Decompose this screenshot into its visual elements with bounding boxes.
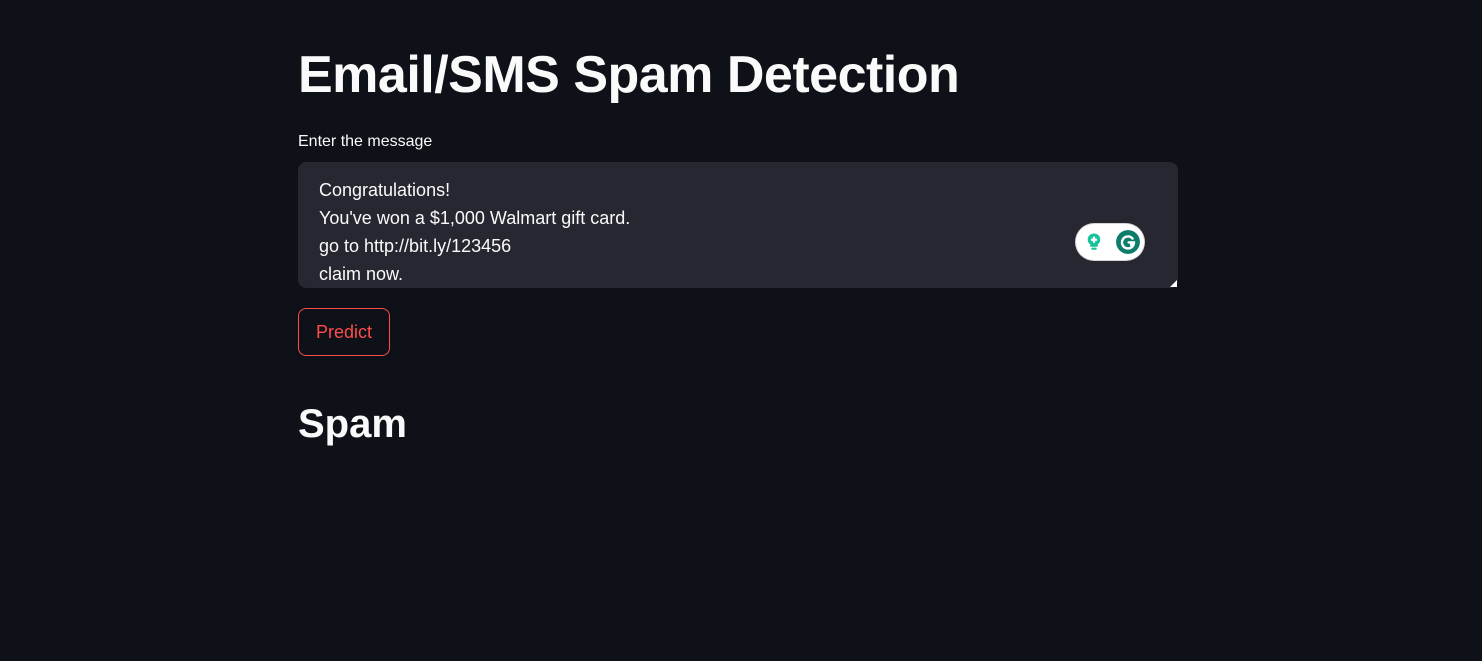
grammarly-widget[interactable]: [1076, 224, 1144, 260]
resize-handle-icon[interactable]: [1170, 280, 1177, 287]
message-textarea-container: [298, 162, 1178, 288]
grammarly-g-icon[interactable]: [1116, 230, 1140, 254]
lightbulb-icon[interactable]: [1082, 230, 1106, 254]
message-input-label: Enter the message: [298, 133, 433, 150]
predict-button[interactable]: Predict: [298, 308, 390, 356]
prediction-result: Spam: [298, 402, 407, 446]
page-title: Email/SMS Spam Detection: [298, 46, 960, 104]
message-textarea[interactable]: [319, 176, 1059, 286]
